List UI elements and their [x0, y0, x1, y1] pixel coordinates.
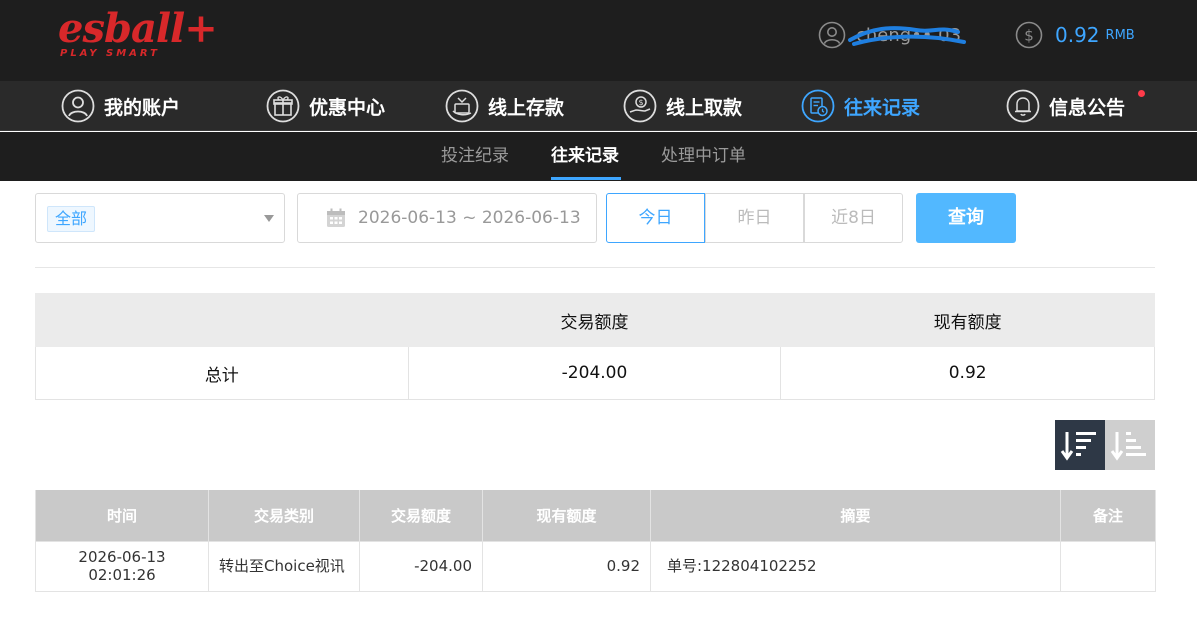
col-header-note[interactable]: 备注: [1060, 490, 1156, 542]
calendar-icon: [327, 208, 345, 227]
range-today-button[interactable]: 今日: [606, 193, 705, 243]
deposit-icon: [445, 89, 479, 123]
svg-text:$: $: [638, 98, 643, 107]
cell-category: 转出至Choice视讯: [208, 540, 360, 592]
balance-amount: 0.92: [1055, 23, 1100, 47]
user-icon: [818, 21, 846, 49]
summary-table: 交易额度 现有额度 总计 -204.00 0.92: [35, 293, 1155, 400]
nav-item-my-account[interactable]: 我的账户: [61, 89, 180, 123]
nav-item-announcements[interactable]: 信息公告: [1006, 89, 1125, 123]
transactions-header-row: 时间 交易类别 交易额度 现有额度 摘要 备注: [35, 490, 1156, 542]
summary-header-balance: 现有额度: [780, 293, 1155, 347]
summary-header-amount: 交易额度: [407, 293, 782, 347]
cell-balance: 0.92: [482, 540, 651, 592]
cell-summary: 单号:122804102252: [650, 540, 1061, 592]
cell-amount: -204.00: [359, 540, 483, 592]
top-header: esball+ PLAY SMART cheng•• 03 $ 0.92 RMB: [0, 0, 1197, 81]
nav-item-online-withdraw[interactable]: $ 线上取款: [623, 89, 742, 123]
active-tab-indicator: [551, 177, 621, 180]
svg-text:$: $: [1024, 27, 1034, 45]
nav-label: 我的账户: [104, 96, 181, 119]
balance-display: $ 0.92 RMB: [1015, 20, 1135, 50]
nav-label: 优惠中心: [309, 96, 386, 119]
username: cheng•• 03: [856, 24, 962, 46]
sub-nav: 投注纪录 往来记录 处理中订单: [0, 132, 1197, 181]
summary-total-balance: 0.92: [780, 346, 1155, 400]
nav-label: 信息公告: [1049, 96, 1126, 119]
tab-transaction-records[interactable]: 往来记录: [551, 132, 619, 181]
range-yesterday-button[interactable]: 昨日: [705, 193, 804, 243]
tab-pending-orders[interactable]: 处理中订单: [661, 132, 746, 181]
dollar-coin-icon: $: [1015, 21, 1043, 49]
nav-label: 往来记录: [844, 96, 921, 119]
nav-label: 线上存款: [488, 96, 565, 119]
summary-total-amount: -204.00: [407, 346, 782, 400]
sort-ascending-button[interactable]: [1105, 420, 1155, 470]
date-range-text: 2026-06-13 ~ 2026-06-13: [358, 208, 581, 228]
balance-currency: RMB: [1105, 27, 1135, 43]
tab-bet-records[interactable]: 投注纪录: [441, 132, 509, 181]
range-last-8-days-button[interactable]: 近8日: [804, 193, 903, 243]
nav-item-transaction-records[interactable]: 往来记录: [801, 89, 920, 123]
summary-header-blank: [35, 293, 409, 347]
transaction-type-select[interactable]: 全部: [35, 193, 285, 243]
col-header-category[interactable]: 交易类别: [208, 490, 360, 542]
summary-total-row: 总计 -204.00 0.92: [35, 346, 1155, 400]
col-header-balance[interactable]: 现有额度: [482, 490, 651, 542]
summary-header-row: 交易额度 现有额度: [35, 293, 1155, 347]
nav-label: 线上取款: [666, 96, 743, 119]
cell-note: [1060, 540, 1156, 592]
logo-tagline: PLAY SMART: [60, 48, 160, 59]
records-icon: [801, 89, 835, 123]
date-range-picker[interactable]: 2026-06-13 ~ 2026-06-13: [297, 193, 597, 243]
main-nav: 我的账户 优惠中心 线上存款 $ 线上取款 往来记录 信息公告: [0, 81, 1197, 131]
selected-type-tag: 全部: [47, 206, 96, 232]
logo-wordmark: esball+: [58, 5, 218, 52]
col-header-amount[interactable]: 交易额度: [359, 490, 483, 542]
sort-descending-button[interactable]: [1055, 420, 1105, 470]
sort-descending-icon: [1060, 432, 1096, 461]
nav-item-promotions[interactable]: 优惠中心: [266, 89, 385, 123]
sort-ascending-icon: [1110, 432, 1146, 461]
col-header-time[interactable]: 时间: [35, 490, 209, 542]
user-account[interactable]: cheng•• 03: [818, 20, 961, 50]
col-header-summary[interactable]: 摘要: [650, 490, 1061, 542]
withdraw-icon: $: [623, 89, 657, 123]
query-button[interactable]: 查询: [916, 193, 1016, 243]
table-row: 2026-06-13 02:01:26 转出至Choice视讯 -204.00 …: [35, 540, 1156, 592]
esball-logo[interactable]: esball+ PLAY SMART: [58, 4, 218, 66]
summary-total-label: 总计: [35, 346, 409, 400]
notification-dot: [1138, 90, 1145, 97]
gift-icon: [266, 89, 300, 123]
user-circle-icon: [61, 89, 95, 123]
divider: [35, 267, 1155, 268]
bell-icon: [1006, 89, 1040, 123]
nav-item-online-deposit[interactable]: 线上存款: [445, 89, 564, 123]
dropdown-arrow-icon: [264, 215, 274, 222]
transactions-table: 时间 交易类别 交易额度 现有额度 摘要 备注 2026-06-13 02:01…: [35, 490, 1156, 592]
cell-time: 2026-06-13 02:01:26: [35, 540, 209, 592]
